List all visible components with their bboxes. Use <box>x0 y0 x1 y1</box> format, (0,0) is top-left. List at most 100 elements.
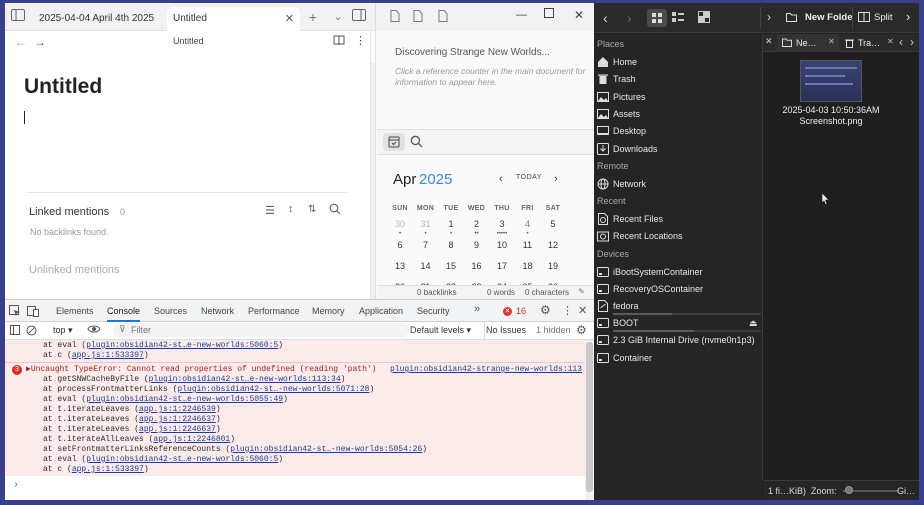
more-options-icon[interactable]: ⋮ <box>355 34 366 47</box>
eye-icon[interactable] <box>87 324 101 334</box>
settings-gear-icon[interactable]: ⚙ <box>540 303 551 317</box>
calendar-day[interactable]: 5 <box>540 219 566 229</box>
stack-source-link[interactable]: plugin:obsidian42-st…e-new-worlds:5060:5 <box>86 341 278 350</box>
filter-input[interactable]: ⊽ Filter <box>113 323 409 337</box>
places-item-recent-files[interactable]: Recent Files <box>597 211 757 227</box>
sort-icon[interactable]: ⇅ <box>308 204 316 215</box>
calendar-day[interactable]: 2 <box>464 219 490 229</box>
context-select[interactable]: top ▾ <box>53 325 73 336</box>
log-levels-select[interactable]: Default levels ▾ <box>410 325 471 336</box>
error-source-link[interactable]: plugin:obsidian42-strange-new-worlds:113 <box>390 365 582 375</box>
calendar-day[interactable]: 9 <box>464 240 490 250</box>
scrollbar-thumb[interactable] <box>586 342 593 492</box>
zoom-slider-handle[interactable] <box>845 486 853 494</box>
close-window-icon[interactable]: ✕ <box>574 8 584 22</box>
stack-source-link[interactable]: plugin:obsidian42-st…e-new-worlds:5060:5 <box>86 455 278 464</box>
next-month-icon[interactable]: › <box>554 173 558 185</box>
error-count[interactable]: 16 <box>516 306 526 316</box>
calendar-day[interactable]: 31 <box>413 219 439 229</box>
eject-icon[interactable]: ⏏ <box>749 315 758 331</box>
calendar-day[interactable]: 4 <box>515 219 541 229</box>
places-item-boot[interactable]: BOOT ⏏ <box>597 315 761 332</box>
sidebar-toggle-icon[interactable] <box>10 325 20 335</box>
new-folder-button[interactable]: New Folde <box>805 12 853 23</box>
note-heading[interactable]: Untitled <box>24 75 102 99</box>
calendar-icon[interactable] <box>383 133 405 151</box>
stack-source-link[interactable]: plugin:obsidian42-st…e-new-worlds:5055:4… <box>86 395 283 404</box>
view-tab[interactable]: Tra… ✕ <box>840 34 895 52</box>
calendar-day[interactable]: 10 <box>489 240 515 250</box>
calendar-day[interactable]: 13 <box>387 261 413 271</box>
chevron-right-icon[interactable]: › <box>767 10 771 24</box>
chevron-right-icon[interactable]: › <box>910 35 914 49</box>
back-arrow-icon[interactable]: ‹ <box>603 10 608 26</box>
stack-source-link[interactable]: plugin:obsidian42-st…-new-worlds:5071:28 <box>177 385 369 394</box>
devtools-tab-sources[interactable]: Sources <box>154 300 187 322</box>
file-icon[interactable] <box>438 10 448 22</box>
search-icon[interactable] <box>410 135 423 148</box>
stack-source-link[interactable]: app.js:1:2246637 <box>139 425 216 434</box>
calendar-day[interactable]: 6 <box>387 240 413 250</box>
places-item-desktop[interactable]: Desktop <box>597 123 757 139</box>
more-tabs-icon[interactable]: » <box>474 303 480 315</box>
reading-view-icon[interactable] <box>333 35 345 46</box>
unlinked-mentions-label[interactable]: Unlinked mentions <box>29 264 120 276</box>
close-tab-icon[interactable]: ✕ <box>887 37 894 46</box>
tab-daily-note[interactable]: 2025-04-04 April 4th 2025 <box>33 7 168 31</box>
places-item-network[interactable]: Network <box>597 176 757 192</box>
places-item-fedora[interactable]: fedora <box>597 298 761 315</box>
console-scrollbar[interactable] <box>585 340 594 500</box>
split-icon[interactable] <box>858 12 870 22</box>
calendar-day[interactable]: 19 <box>540 261 566 271</box>
note-title-header[interactable]: Untitled <box>173 36 204 46</box>
tab-untitled[interactable]: Untitled ✕ <box>167 7 300 31</box>
edit-icon[interactable]: ✎ <box>578 287 585 296</box>
right-sidebar-toggle-icon[interactable] <box>352 9 368 25</box>
view-tab[interactable]: Ne… ✕ <box>777 34 839 52</box>
stack-source-link[interactable]: plugin:obsidian42-st…-new-worlds:5054:26 <box>230 445 422 454</box>
devtools-tab-memory[interactable]: Memory <box>312 300 345 322</box>
calendar-day[interactable]: 30 <box>387 219 413 229</box>
new-tab-icon[interactable]: + <box>305 9 321 25</box>
compact-view-icon[interactable] <box>672 11 684 23</box>
calendar-day[interactable]: 11 <box>515 240 541 250</box>
stack-source-link[interactable]: app.js:1:533397 <box>72 465 144 474</box>
close-devtools-icon[interactable]: ✕ <box>578 304 587 317</box>
split-button[interactable]: Split <box>874 12 892 23</box>
forward-arrow-icon[interactable]: → <box>34 35 46 49</box>
calendar-day[interactable]: 1 <box>438 219 464 229</box>
calendar-day[interactable]: 15 <box>438 261 464 271</box>
file-icon[interactable] <box>390 10 400 22</box>
clear-console-icon[interactable] <box>26 325 37 336</box>
list-view-icon[interactable]: ☰ <box>265 204 275 217</box>
calendar-day[interactable]: 8 <box>438 240 464 250</box>
file-icon[interactable] <box>413 10 423 22</box>
issues-button[interactable]: No Issues <box>486 325 526 335</box>
error-message[interactable]: ▶Uncaught TypeError: Cannot read propert… <box>26 365 376 375</box>
close-tab-icon[interactable]: ✕ <box>828 37 835 46</box>
console-prompt[interactable]: › <box>13 480 19 491</box>
file-thumbnail[interactable] <box>800 60 862 102</box>
devtools-tab-elements[interactable]: Elements <box>56 300 94 322</box>
error-icon[interactable]: ✕ <box>503 307 512 316</box>
chevron-down-icon[interactable]: ⌄ <box>330 9 346 25</box>
chevron-right-icon[interactable]: › <box>906 9 910 24</box>
devtools-tab-security[interactable]: Security <box>417 300 450 322</box>
calendar-day[interactable]: 7 <box>413 240 439 250</box>
stack-source-link[interactable]: app.js:1:2246801 <box>153 435 230 444</box>
devtools-tab-performance[interactable]: Performance <box>248 300 300 322</box>
maximize-icon[interactable] <box>544 8 554 18</box>
calendar-day[interactable]: 18 <box>515 261 541 271</box>
close-tab-icon[interactable]: ✕ <box>765 36 773 47</box>
chevron-left-icon[interactable]: ‹ <box>899 35 903 49</box>
devtools-tab-console[interactable]: Console <box>107 300 141 322</box>
search-icon[interactable] <box>329 203 341 215</box>
devtools-tab-network[interactable]: Network <box>201 300 234 322</box>
previous-month-icon[interactable]: ‹ <box>499 173 503 185</box>
stack-source-link[interactable]: app.js:1:2246539 <box>139 405 216 414</box>
stack-source-link[interactable]: plugin:obsidian42-st…e-new-worlds:113:34 <box>149 375 341 384</box>
places-item-downloads[interactable]: Downloads <box>597 141 757 157</box>
places-item-recent-locations[interactable]: Recent Locations <box>597 228 757 244</box>
today-button[interactable]: TODAY <box>516 174 542 181</box>
places-item-pictures[interactable]: Pictures <box>597 89 757 105</box>
